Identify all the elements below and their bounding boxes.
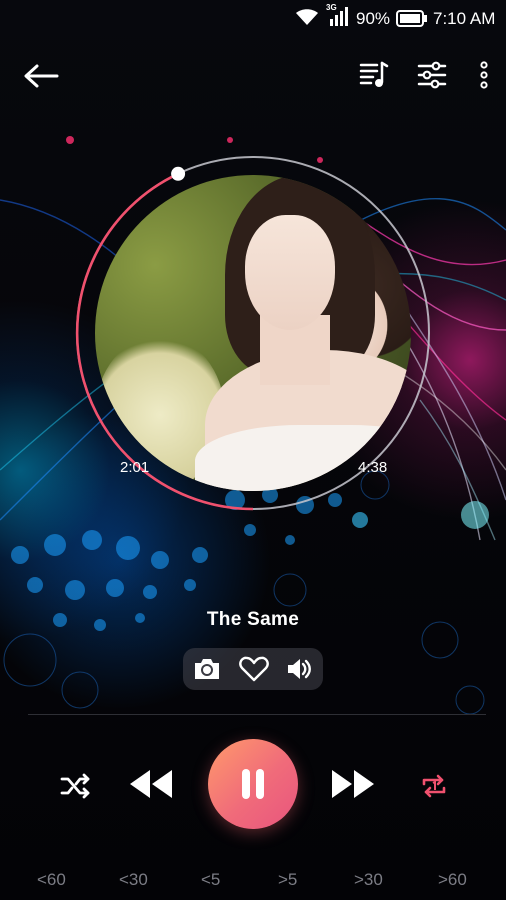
progress-knob[interactable] — [171, 166, 186, 181]
pause-icon — [242, 769, 250, 799]
divider — [28, 714, 486, 715]
seek-forward-60-button[interactable]: >60 — [438, 870, 467, 890]
camera-icon[interactable] — [193, 656, 221, 682]
seek-buttons: <60 <30 <5 >5 >30 >60 — [0, 870, 506, 892]
action-bar — [183, 648, 323, 690]
song-title: The Same — [206, 609, 300, 630]
seek-back-5-button[interactable]: <5 — [201, 870, 220, 890]
heart-icon[interactable] — [239, 656, 269, 682]
volume-icon[interactable] — [286, 656, 314, 682]
rewind-icon[interactable] — [128, 768, 174, 800]
seek-forward-5-button[interactable]: >5 — [278, 870, 297, 890]
seek-forward-30-button[interactable]: >30 — [354, 870, 383, 890]
fast-forward-icon[interactable] — [330, 768, 376, 800]
play-pause-button[interactable] — [208, 739, 298, 829]
seek-back-60-button[interactable]: <60 — [37, 870, 66, 890]
total-duration: 4:38 — [358, 459, 388, 476]
repeat-one-icon[interactable] — [420, 772, 448, 800]
elapsed-time: 2:01 — [120, 459, 150, 476]
seek-back-30-button[interactable]: <30 — [119, 870, 148, 890]
progress-arc — [75, 172, 254, 511]
shuffle-icon[interactable] — [60, 772, 92, 800]
